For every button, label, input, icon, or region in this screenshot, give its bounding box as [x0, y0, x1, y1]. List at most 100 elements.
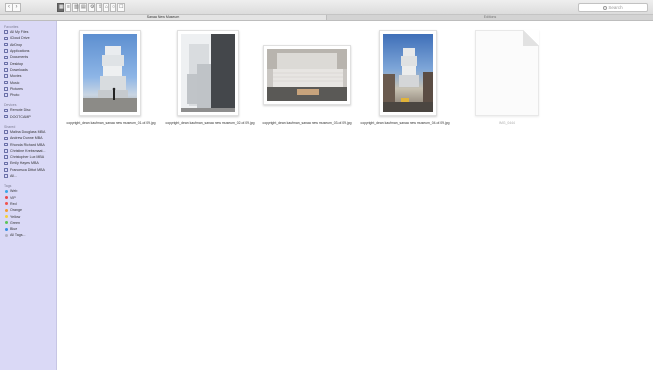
- photo-thumbnail[interactable]: [79, 30, 141, 116]
- search-placeholder: Search: [608, 5, 623, 10]
- computer-icon: [4, 155, 8, 159]
- path-icon[interactable]: ⌂: [103, 3, 109, 12]
- cover-flow-icon[interactable]: ▤: [79, 3, 87, 12]
- museum-street-image: [267, 49, 347, 101]
- sidebar-item-label: Music: [10, 80, 20, 85]
- folder-icon: [4, 93, 8, 97]
- movie-icon: [4, 74, 8, 78]
- file-item[interactable]: copyright_dean kaufman_sanaa new museum_…: [359, 27, 451, 127]
- music-icon: [4, 80, 8, 85]
- photo-thumbnail[interactable]: [379, 30, 437, 116]
- tab-sanaa-new-museum[interactable]: Sanaa New Museum: [0, 15, 326, 20]
- arrange-icon[interactable]: ☐: [117, 3, 125, 12]
- tag-icon[interactable]: ○: [110, 3, 116, 12]
- sidebar-item-label: Francesca Dittot MBA: [10, 167, 45, 172]
- museum-facade-image: [181, 34, 235, 112]
- cloud-icon: [4, 36, 8, 41]
- sidebar-item-label: Andrew Dunne MBA: [10, 136, 43, 141]
- tag-color-dot-icon: [4, 215, 8, 219]
- disc-icon: [4, 108, 8, 113]
- file-name: copyright_dean kaufman_sanaa new museum_…: [165, 121, 255, 125]
- computer-icon: [4, 161, 8, 166]
- sidebar-item-label: Pictures: [10, 86, 23, 91]
- computer-icon: [4, 136, 8, 141]
- toolbar: ‹ › ▦ ≡ ▥ ▤ ⚙ ⇪ ⌂ ○ ☐ Search: [0, 0, 653, 15]
- building-photo-icon: [181, 34, 235, 112]
- sidebar-item-label: Downloads: [10, 67, 28, 72]
- sidebar-item-label: Christine Krebsmaat...: [10, 148, 46, 153]
- sidebar-item-label: Remote Disc: [10, 108, 31, 113]
- document-icon[interactable]: [475, 30, 539, 116]
- file-item[interactable]: copyright_dean kaufman_sanaa new museum_…: [65, 27, 157, 127]
- sidebar-tag-item[interactable]: All Tags...: [0, 232, 56, 238]
- file-item[interactable]: IMG_0444: [461, 27, 553, 127]
- sidebar-item-label: DOOTCAMP: [10, 114, 31, 119]
- list-view-icon[interactable]: ≡: [65, 3, 71, 12]
- tag-color-dot-icon: [4, 189, 8, 193]
- sidebar-item-label: Photo: [10, 93, 20, 98]
- file-name: IMG_0444: [499, 121, 515, 125]
- sidebar-item-label: Orange: [10, 208, 22, 213]
- download-icon: [4, 68, 8, 72]
- page-fold-icon: [523, 30, 539, 46]
- sidebar-item-label: Red: [10, 201, 17, 206]
- file-name: copyright_dean kaufman_sanaa new museum_…: [360, 121, 450, 125]
- sidebar-item-label: AirDrop: [10, 42, 23, 47]
- sidebar-item-label: Malina Douglass MBA: [10, 130, 46, 134]
- applications-icon: [4, 49, 8, 53]
- view-controls: ▦ ≡ ▥ ▤ ⚙ ⇪ ⌂ ○ ☐: [57, 3, 125, 12]
- tab-editions[interactable]: Editions: [326, 15, 653, 20]
- sidebar-item-label: Web: [10, 189, 18, 194]
- file-item[interactable]: copyright_dean kaufman_sanaa new museum_…: [164, 27, 256, 127]
- sidebar-item-label: Blue: [10, 227, 18, 232]
- building-photo-icon: [267, 49, 347, 101]
- tag-color-dot-icon: [4, 233, 8, 237]
- file-name: copyright_dean kaufman_sanaa new museum_…: [66, 121, 156, 125]
- nav-buttons: ‹ ›: [5, 3, 21, 12]
- sidebar-item-label: Documents: [10, 55, 29, 60]
- sidebar-item-label: Green: [10, 220, 20, 225]
- computer-icon: [4, 168, 8, 172]
- search-field[interactable]: Search: [578, 3, 648, 12]
- sidebar-item-label: Rhonda Richard MBA: [10, 142, 45, 147]
- tag-color-dot-icon: [4, 202, 8, 206]
- sidebar: Favorites All My Files iCloud Drive AirDro…: [0, 21, 57, 370]
- photo-thumbnail[interactable]: [177, 30, 239, 116]
- action-gear-icon[interactable]: ⚙: [88, 3, 95, 12]
- photo-thumbnail[interactable]: [263, 45, 351, 105]
- building-photo-icon: [83, 34, 137, 112]
- share-icon[interactable]: ⇪: [96, 3, 102, 12]
- computer-icon: [4, 142, 8, 147]
- sidebar-item-label: All Tags...: [10, 233, 26, 238]
- globe-icon: [4, 174, 8, 178]
- sidebar-item-label: All...: [10, 174, 17, 179]
- search-icon: [603, 5, 608, 10]
- sidebar-item-label: Applications: [10, 49, 30, 54]
- forward-button[interactable]: ›: [13, 3, 21, 12]
- picture-icon: [4, 87, 8, 91]
- sidebar-item-label: Yellow: [10, 214, 21, 219]
- file-item[interactable]: copyright_dean kaufman_sanaa new museum_…: [261, 27, 353, 127]
- building-photo-icon: [383, 34, 433, 112]
- tag-color-dot-icon: [4, 221, 8, 225]
- file-browser-content: copyright_dean kaufman_sanaa new museum_…: [57, 21, 653, 370]
- sidebar-item-label: Emily Hayes MBA: [10, 161, 39, 166]
- document-icon: [4, 55, 8, 60]
- sidebar-item-label: iCloud Drive: [10, 36, 30, 41]
- sidebar-item-label: Christopher Lux MBA: [10, 155, 45, 160]
- icon-view-icon[interactable]: ▦: [57, 3, 64, 12]
- museum-avenue-image: [383, 48, 433, 112]
- drive-icon: [4, 114, 8, 119]
- all-files-icon: [4, 30, 8, 34]
- museum-building-image: [83, 46, 137, 112]
- tag-color-dot-icon: [4, 208, 8, 212]
- tag-color-dot-icon: [4, 196, 8, 200]
- file-name: copyright_dean kaufman_sanaa new museum_…: [262, 121, 352, 125]
- airdrop-icon: [4, 42, 8, 47]
- back-button[interactable]: ‹: [5, 3, 13, 12]
- computer-icon: [4, 149, 8, 153]
- desktop-icon: [4, 61, 8, 66]
- sidebar-item-label: VIP: [10, 195, 16, 200]
- tag-color-dot-icon: [4, 227, 8, 231]
- column-view-icon[interactable]: ▥: [72, 3, 79, 12]
